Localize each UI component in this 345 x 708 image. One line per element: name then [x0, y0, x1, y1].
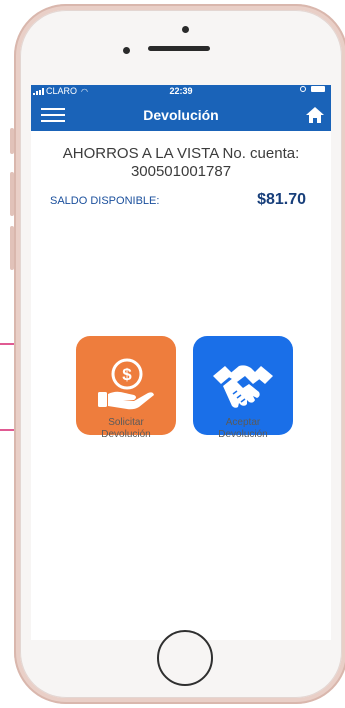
nav-bar: Devolución — [31, 99, 331, 131]
request-refund-label-line2: Devolución — [101, 429, 151, 440]
accept-refund-label-line1: Aceptar — [225, 417, 261, 428]
accept-refund-label: Aceptar Devolución — [183, 417, 303, 441]
status-bar: CLARO ◠ 22:39 — [31, 85, 331, 99]
orientation-lock-icon — [300, 86, 306, 92]
svg-text:$: $ — [122, 365, 132, 384]
page-title: Devolución — [143, 107, 219, 123]
speaker-grille — [148, 46, 210, 51]
volume-down-button — [10, 226, 14, 270]
camera-icon — [182, 26, 189, 33]
volume-up-button — [10, 172, 14, 216]
account-type: AHORROS A LA VISTA No. cuenta: — [62, 145, 300, 162]
home-icon[interactable] — [305, 106, 325, 124]
request-refund-label: Solicitar Devolución — [66, 417, 186, 441]
phone-home-button[interactable] — [157, 630, 213, 686]
battery-icon — [311, 86, 325, 92]
sensor-icon — [123, 47, 130, 54]
balance-label: SALDO DISPONIBLE: — [50, 195, 160, 207]
status-right — [300, 86, 325, 92]
account-title: AHORROS A LA VISTA No. cuenta: 300501001… — [31, 145, 331, 181]
balance-value: $81.70 — [257, 191, 306, 208]
app-screen: CLARO ◠ 22:39 Devolución AHORROS A LA VI… — [31, 85, 331, 640]
request-refund-label-line1: Solicitar — [108, 417, 144, 428]
status-time: 22:39 — [169, 86, 193, 96]
mute-switch — [10, 128, 14, 154]
accept-refund-label-line2: Devolución — [218, 429, 268, 440]
account-number: 300501001787 — [130, 163, 232, 180]
